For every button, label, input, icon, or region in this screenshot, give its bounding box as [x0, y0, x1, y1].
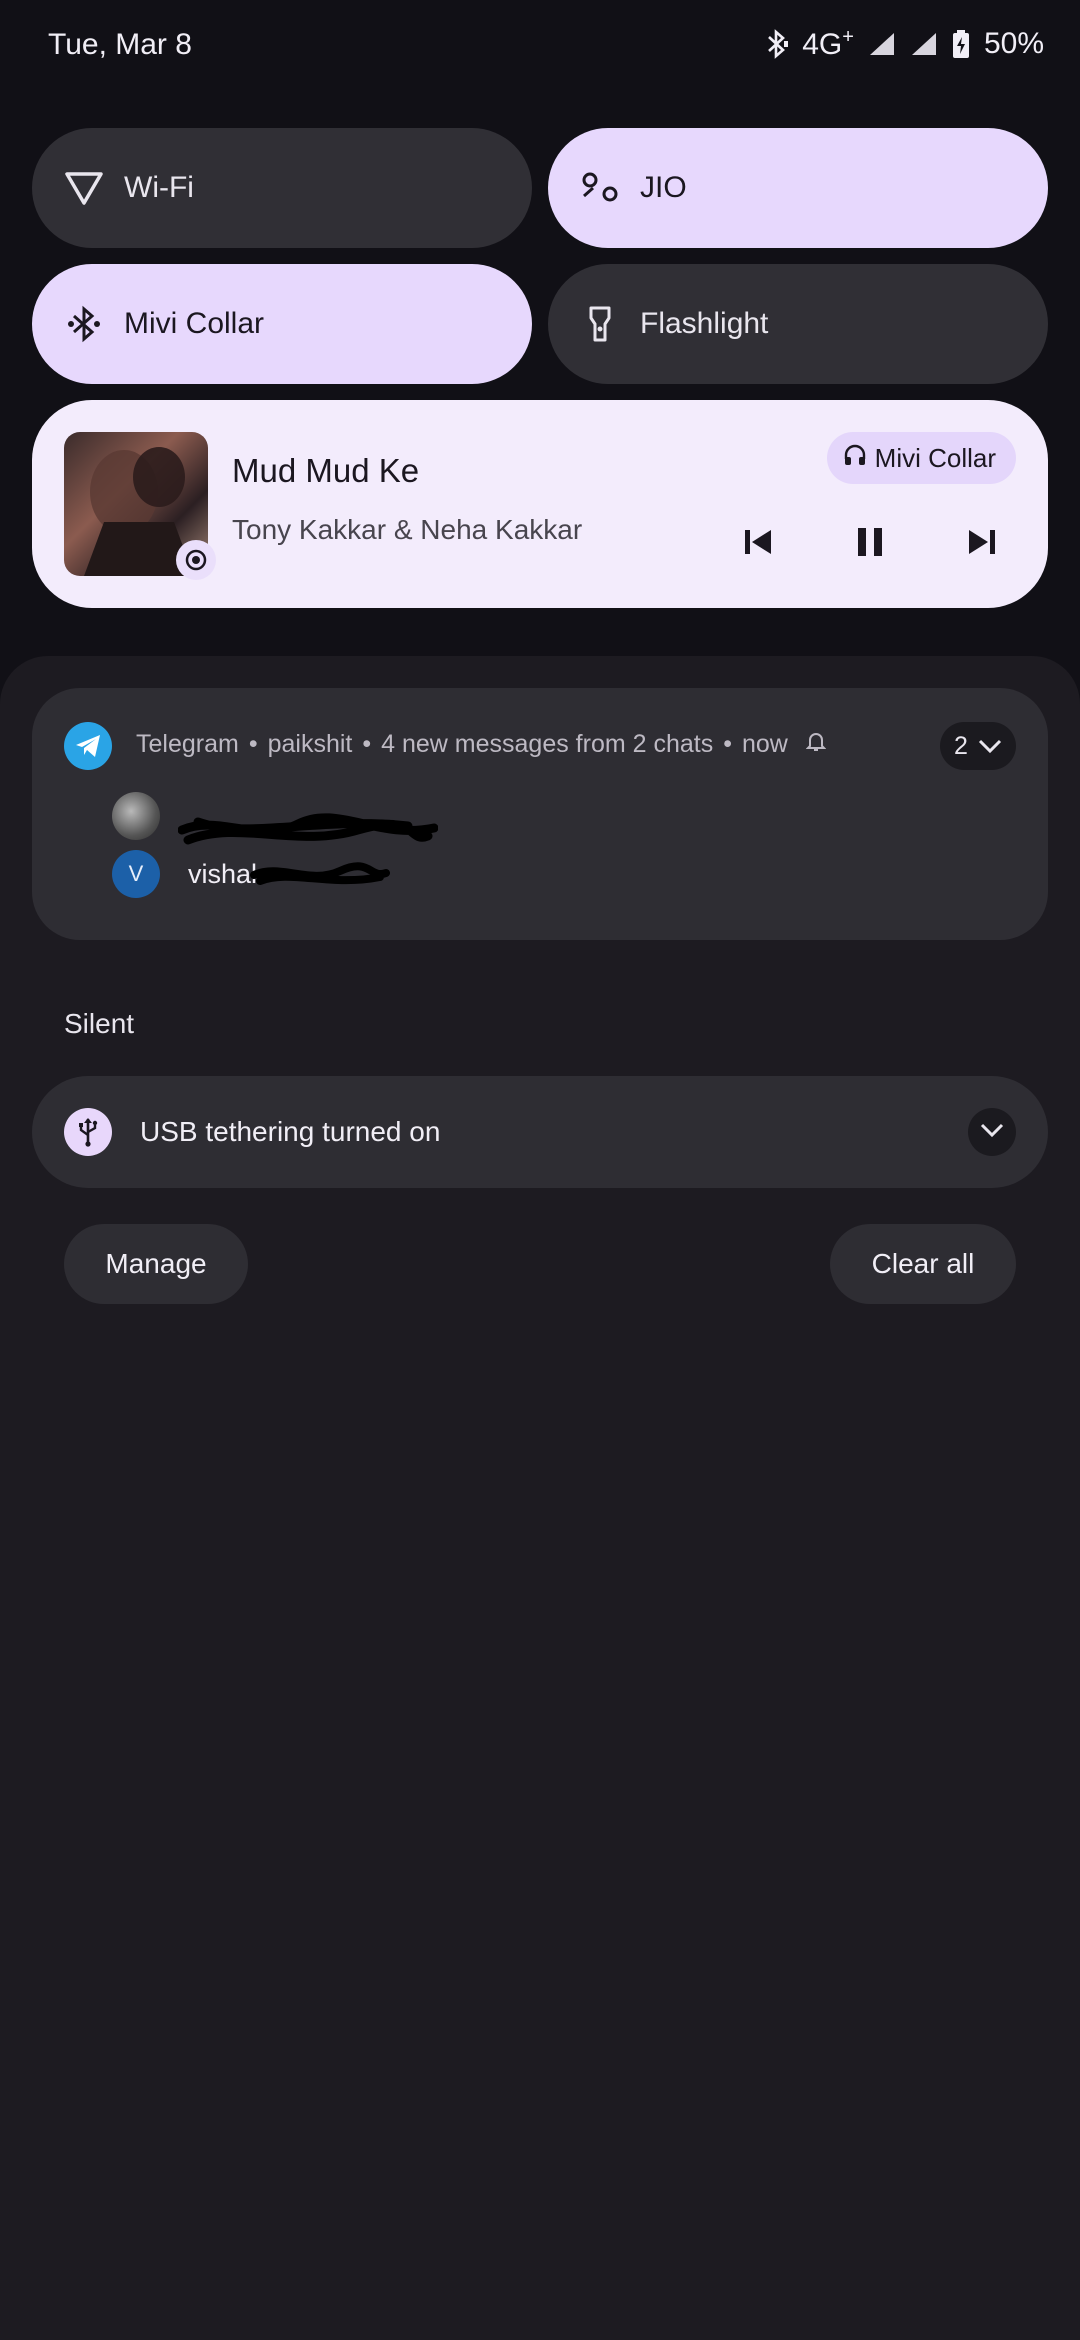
signal-icon-2	[910, 31, 938, 57]
notification-header: Telegram • paikshit • 4 new messages fro…	[136, 730, 827, 759]
avatar: V	[112, 850, 160, 898]
media-controls	[732, 518, 1008, 570]
status-date: Tue, Mar 8	[48, 28, 192, 61]
battery-charging-icon	[952, 29, 970, 59]
tile-flashlight[interactable]: Flashlight	[548, 264, 1048, 384]
message-row[interactable]: V vishal	[112, 850, 390, 898]
notification-summary: 4 new messages from 2 chats	[381, 730, 714, 758]
message-sender: vishal	[188, 858, 390, 890]
headphones-icon	[843, 443, 867, 474]
signal-icon	[868, 31, 896, 57]
redaction-scribble	[250, 861, 390, 885]
media-player-card[interactable]: Mud Mud Ke Tony Kakkar & Neha Kakkar Miv…	[32, 400, 1048, 608]
redaction-scribble	[178, 813, 438, 845]
tile-label: JIO	[640, 171, 687, 204]
expand-button[interactable]	[968, 1108, 1016, 1156]
notification-count: 2	[954, 731, 968, 760]
next-button[interactable]	[956, 518, 1008, 570]
status-bar: Tue, Mar 8 4G+ 50%	[0, 0, 1080, 96]
media-app-icon	[176, 540, 216, 580]
output-device-label: Mivi Collar	[874, 442, 996, 473]
separator-dot: •	[362, 730, 372, 758]
network-type: 4G+	[802, 26, 854, 62]
skip-next-icon	[967, 528, 997, 561]
output-device-chip[interactable]: Mivi Collar	[826, 432, 1016, 484]
telegram-notification[interactable]: Telegram • paikshit • 4 new messages fro…	[32, 688, 1048, 940]
pause-button[interactable]	[844, 518, 896, 570]
bluetooth-icon	[62, 302, 106, 346]
notification-count-chip[interactable]: 2	[940, 722, 1016, 770]
account-name: paikshit	[267, 730, 353, 758]
tile-label: Mivi Collar	[124, 307, 265, 340]
bluetooth-status-icon	[766, 29, 789, 59]
tile-wifi[interactable]: Wi-Fi	[32, 128, 532, 248]
clear-all-button[interactable]: Clear all	[830, 1224, 1016, 1304]
usb-icon	[64, 1108, 112, 1156]
bell-icon	[805, 730, 827, 759]
app-name: Telegram	[136, 730, 239, 758]
separator-dot: •	[248, 730, 258, 758]
manage-button[interactable]: Manage	[64, 1224, 248, 1304]
notification-time: now	[741, 730, 788, 758]
usb-notification-title: USB tethering turned on	[140, 1116, 441, 1147]
battery-percent: 50%	[983, 27, 1044, 60]
song-title: Mud Mud Ke	[232, 452, 420, 489]
message-row[interactable]	[112, 792, 438, 845]
flashlight-icon	[578, 302, 622, 346]
sender-name: vishal	[188, 858, 258, 889]
usb-tethering-notification[interactable]: USB tethering turned on	[32, 1076, 1048, 1188]
avatar	[112, 792, 160, 840]
song-artist: Tony Kakkar & Neha Kakkar	[232, 514, 583, 545]
tile-jio[interactable]: JIO	[548, 128, 1048, 248]
chevron-down-icon	[978, 732, 1002, 761]
previous-button[interactable]	[732, 518, 784, 570]
separator-dot: •	[723, 730, 732, 758]
network-type-label: 4G	[802, 28, 843, 61]
silent-section-label: Silent	[64, 1008, 135, 1039]
chevron-down-icon	[980, 1122, 1004, 1143]
tile-label: Flashlight	[640, 307, 769, 340]
mobile-data-icon	[578, 166, 622, 210]
pause-icon	[856, 527, 884, 562]
status-icons: 4G+ 50%	[766, 26, 1044, 62]
tile-label: Wi-Fi	[124, 171, 194, 204]
network-plus: +	[842, 26, 854, 48]
tile-bluetooth[interactable]: Mivi Collar	[32, 264, 532, 384]
skip-previous-icon	[743, 528, 773, 561]
telegram-app-icon	[64, 722, 112, 770]
wifi-icon	[62, 166, 106, 210]
